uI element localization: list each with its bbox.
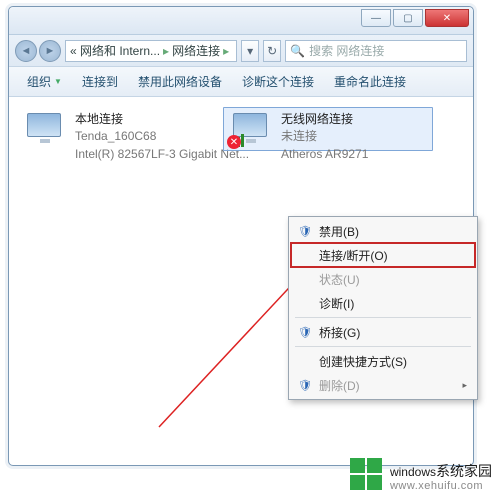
lan-adapter-icon <box>23 111 67 147</box>
connect-to-button[interactable]: 连接到 <box>72 70 128 93</box>
ctx-disable[interactable]: 🛡 禁用(B) <box>291 219 475 243</box>
shield-icon: 🛡 <box>297 223 313 239</box>
minimize-button[interactable]: — <box>361 9 391 27</box>
ctx-status: 状态(U) <box>291 267 475 291</box>
chevron-right-icon: ▸ <box>462 380 467 391</box>
shield-icon: 🛡 <box>297 324 313 340</box>
chevron-right-icon: ▸ <box>163 44 169 58</box>
history-dropdown-button[interactable]: ▾ <box>241 40 259 62</box>
nav-forward-button[interactable]: ► <box>39 40 61 62</box>
ctx-diagnose[interactable]: 诊断(I) <box>291 291 475 315</box>
close-button[interactable]: ✕ <box>425 9 469 27</box>
chevron-down-icon: ▼ <box>54 77 62 86</box>
refresh-button[interactable]: ↻ <box>263 40 281 62</box>
connection-text: 无线网络连接 未连接 Atheros AR9271 <box>281 111 368 163</box>
search-icon: 🔍 <box>290 44 305 58</box>
connection-title: 无线网络连接 <box>281 111 368 128</box>
maximize-button[interactable]: ▢ <box>393 9 423 27</box>
organize-menu[interactable]: 组织▼ <box>17 70 72 93</box>
ctx-delete: 🛡 删除(D) ▸ <box>291 373 475 397</box>
breadcrumb-seg[interactable]: « 网络和 Intern... <box>70 42 160 59</box>
connection-item-wlan[interactable]: ✕ 无线网络连接 未连接 Atheros AR9271 <box>229 111 368 163</box>
search-placeholder: 搜索 网络连接 <box>309 42 384 59</box>
menu-separator <box>295 346 471 347</box>
rename-button[interactable]: 重命名此连接 <box>324 70 416 93</box>
breadcrumb-seg[interactable]: 网络连接 <box>172 42 220 59</box>
search-input[interactable]: 🔍 搜索 网络连接 <box>285 40 467 62</box>
ctx-create-shortcut[interactable]: 创建快捷方式(S) <box>291 349 475 373</box>
breadcrumb[interactable]: « 网络和 Intern... ▸ 网络连接 ▸ <box>65 40 237 62</box>
context-menu: 🛡 禁用(B) 连接/断开(O) 状态(U) 诊断(I) 🛡 桥接(G) 创建快… <box>288 216 478 400</box>
nav-back-button[interactable]: ◄ <box>15 40 37 62</box>
wlan-adapter-icon: ✕ <box>229 111 273 147</box>
shield-icon: 🛡 <box>297 377 313 393</box>
command-bar: 组织▼ 连接到 禁用此网络设备 诊断这个连接 重命名此连接 <box>9 67 473 97</box>
diagnose-button[interactable]: 诊断这个连接 <box>232 70 324 93</box>
ctx-bridge[interactable]: 🛡 桥接(G) <box>291 320 475 344</box>
windows-logo-icon <box>350 458 384 492</box>
address-bar: ◄ ► « 网络和 Intern... ▸ 网络连接 ▸ ▾ ↻ 🔍 搜索 网络… <box>9 35 473 67</box>
ctx-connect-disconnect[interactable]: 连接/断开(O) <box>291 243 475 267</box>
connection-line3: Atheros AR9271 <box>281 146 368 163</box>
connection-item-lan[interactable]: 本地连接 Tenda_160C68 Intel(R) 82567LF-3 Gig… <box>23 111 249 163</box>
connection-line2: 未连接 <box>281 128 368 145</box>
chevron-right-icon: ▸ <box>223 44 229 58</box>
disable-device-button[interactable]: 禁用此网络设备 <box>128 70 232 93</box>
watermark: windows系统家园 www.xehuifu.com <box>350 458 492 492</box>
disconnected-icon: ✕ <box>227 135 241 149</box>
menu-separator <box>295 317 471 318</box>
titlebar: — ▢ ✕ <box>9 7 473 35</box>
